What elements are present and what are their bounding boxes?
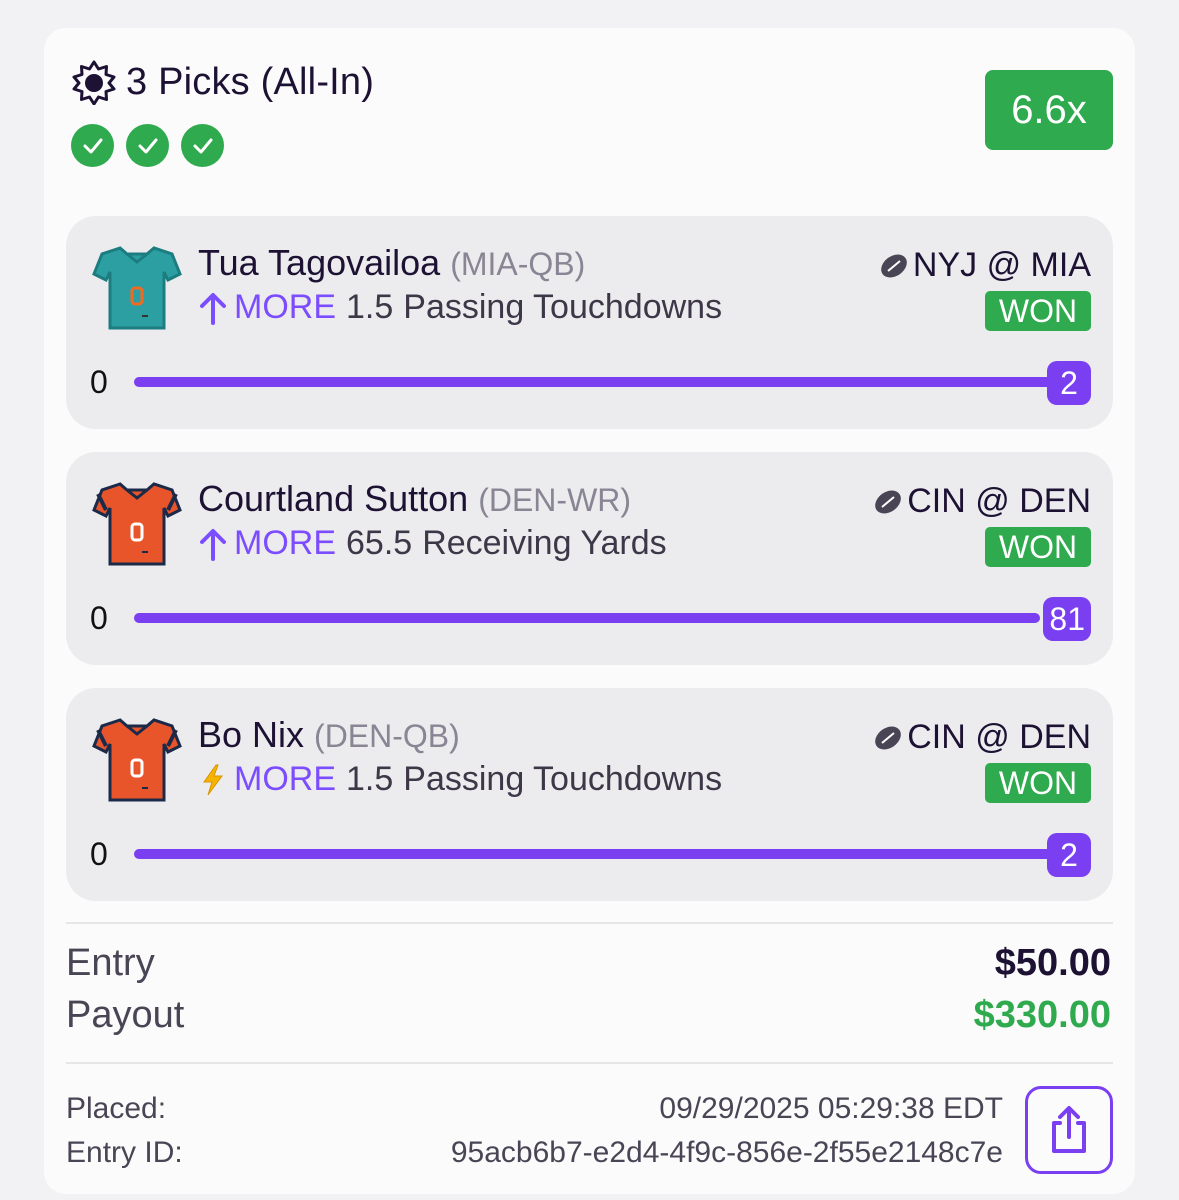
progress-value-badge: 2 [1047,833,1091,877]
player-name: Courtland Sutton [198,478,469,519]
player-position: (DEN-WR) [478,482,632,518]
stat-name: Passing Touchdowns [403,288,723,326]
progress-value-badge: 2 [1047,361,1091,405]
progress-track [134,613,1040,623]
entry-header: 3 Picks (All-In) [70,58,374,106]
entry-amount: $50.00 [994,942,1111,984]
share-icon [1052,1106,1086,1153]
progress-start: 0 [90,364,108,400]
line-value: 65.5 [346,524,413,562]
jersey-icon [92,718,182,802]
placed-label: Placed: [66,1092,167,1125]
pick-line: MORE 65.5 Receiving Yards [198,524,667,563]
placed-value: 09/29/2025 05:29:38 EDT [659,1092,1003,1125]
jersey-icon [92,246,182,330]
jersey-icon [92,482,182,566]
share-button[interactable] [1025,1086,1113,1174]
progress-start: 0 [90,600,108,636]
progress-fill [134,849,1054,859]
check-icon [126,124,169,167]
arrow-up-icon [198,526,234,562]
player-position: (DEN-QB) [314,718,460,754]
matchup-text: CIN @ DEN [907,482,1091,520]
player-row: Bo Nix (DEN-QB) [198,714,460,756]
check-icon [181,124,224,167]
entry-label: Entry [66,942,155,984]
football-icon [881,254,907,277]
player-name: Bo Nix [198,714,305,755]
pick-card[interactable]: Tua Tagovailoa (MIA-QB) MORE 1.5 Passing… [66,216,1113,429]
divider [66,1062,1113,1064]
progress-fill [134,377,1054,387]
progress-track [134,849,1054,859]
lightning-icon [198,762,234,798]
payout-amount: $330.00 [973,994,1111,1036]
result-badge: WON [985,527,1091,567]
divider [66,922,1113,924]
matchup-text: NYJ @ MIA [912,246,1091,284]
stat-name: Receiving Yards [422,524,667,562]
matchup-text: CIN @ DEN [907,718,1091,756]
direction-label: MORE [234,524,336,562]
line-value: 1.5 [346,288,394,326]
pick-status-checks [71,124,236,167]
payout-label: Payout [66,994,185,1036]
result-badge: WON [985,763,1091,803]
progress-track [134,377,1054,387]
stat-name: Passing Touchdowns [403,760,723,798]
pick-card[interactable]: Courtland Sutton (DEN-WR) MORE 65.5 Rece… [66,452,1113,665]
check-icon [71,124,114,167]
arrow-up-icon [198,290,234,326]
football-icon [875,490,902,513]
multiplier-badge: 6.6x [985,70,1113,150]
entry-id-value: 95acb6b7-e2d4-4f9c-856e-2f55e2148c7e [450,1136,1003,1169]
progress-start: 0 [90,836,108,872]
entry-card: 3 Picks (All-In) 6.6x Tua Tagovailoa (MI… [44,28,1135,1194]
player-row: Tua Tagovailoa (MIA-QB) [198,242,585,284]
player-position: (MIA-QB) [450,246,586,282]
matchup: CIN @ DEN [871,718,1091,757]
player-name: Tua Tagovailoa [198,242,441,283]
player-row: Courtland Sutton (DEN-WR) [198,478,631,520]
sun-gear-icon [70,58,118,106]
result-badge: WON [985,291,1091,331]
pick-line: MORE 1.5 Passing Touchdowns [198,288,722,327]
pick-card[interactable]: Bo Nix (DEN-QB) MORE 1.5 Passing Touchdo… [66,688,1113,901]
football-icon [875,726,902,749]
direction-label: MORE [234,760,336,798]
progress-value-badge: 81 [1043,597,1091,641]
direction-label: MORE [234,288,336,326]
matchup: CIN @ DEN [871,482,1091,521]
pick-line: MORE 1.5 Passing Touchdowns [198,760,722,799]
line-value: 1.5 [346,760,394,798]
entry-id-label: Entry ID: [66,1136,183,1169]
entry-title: 3 Picks (All-In) [126,60,375,103]
progress-fill [134,613,1040,623]
matchup: NYJ @ MIA [877,246,1091,285]
